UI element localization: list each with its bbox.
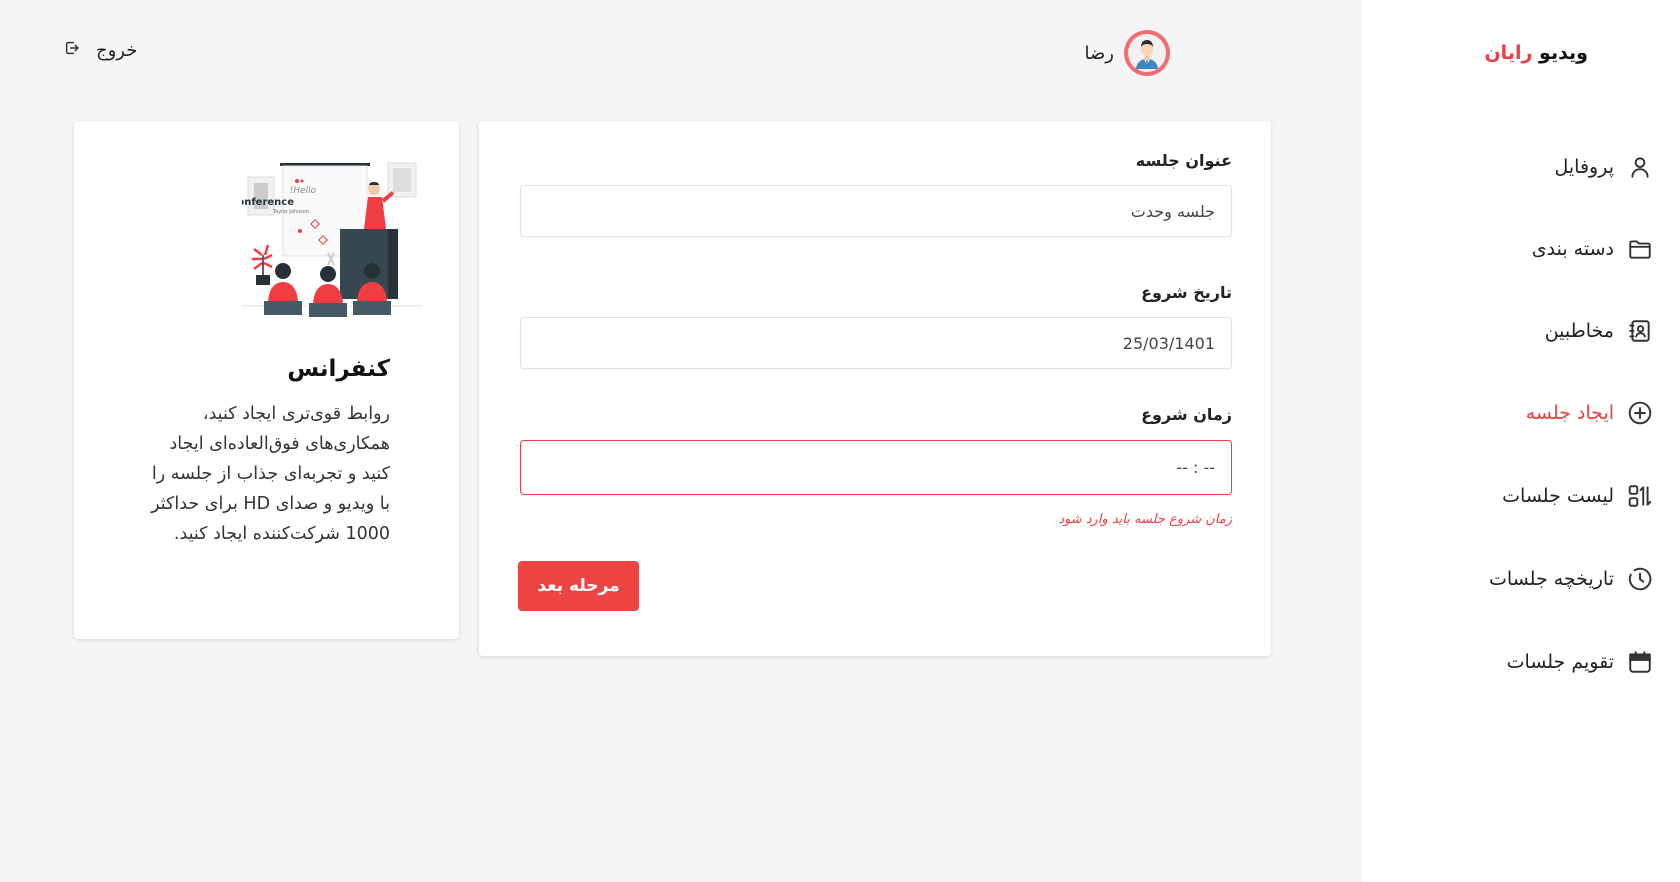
board-line-1: Hello! xyxy=(290,186,317,196)
sidebar-item-label: مخاطبین xyxy=(1544,320,1614,342)
sidebar-item-label: تقویم جلسات xyxy=(1506,651,1614,673)
info-title: کنفرانس xyxy=(287,356,390,382)
history-icon xyxy=(1626,565,1654,593)
calendar-icon xyxy=(1626,648,1654,676)
user-name: رضا xyxy=(1084,42,1114,64)
logout-button[interactable]: خروج xyxy=(64,40,137,61)
logout-icon xyxy=(64,40,80,61)
sidebar-item-categories[interactable]: دسته بندی xyxy=(1532,232,1654,266)
contacts-icon xyxy=(1626,317,1654,345)
sidebar-item-meeting-calendar[interactable]: تقویم جلسات xyxy=(1507,645,1654,679)
next-step-button[interactable]: مرحله بعد xyxy=(518,561,639,611)
board-line-3: Taylor Johnson xyxy=(272,209,309,215)
logout-label: خروج xyxy=(96,40,138,61)
meeting-title-value: جلسه وحدت xyxy=(1130,201,1215,221)
sidebar-item-profile[interactable]: پروفایل xyxy=(1555,150,1655,184)
start-time-value: -- : -- xyxy=(1176,458,1215,477)
brand-part2: رایان xyxy=(1484,42,1533,64)
sidebar-item-label: ایجاد جلسه xyxy=(1525,402,1614,424)
sidebar-item-create-meeting[interactable]: ایجاد جلسه xyxy=(1526,396,1654,430)
brand-part1: ویدیو xyxy=(1539,42,1588,64)
avatar xyxy=(1124,30,1170,76)
info-description: روابط قوی‌تری ایجاد کنید، همکاری‌های فوق… xyxy=(151,404,390,544)
board-line-2: Conference xyxy=(242,197,294,208)
sidebar-item-label: دسته بندی xyxy=(1531,238,1614,260)
sidebar: ویدیو رایان پروفایل دسته بندی مخاطبین ای… xyxy=(1362,0,1680,882)
user-profile[interactable]: رضا xyxy=(1085,30,1170,76)
brand-logo[interactable]: ویدیو رایان xyxy=(1484,42,1588,64)
conference-info-card: Hello! Conference Taylor Johnson xyxy=(74,121,459,639)
meeting-title-label: عنوان جلسه xyxy=(1135,151,1232,170)
start-time-input[interactable]: -- : -- xyxy=(520,440,1232,495)
sidebar-item-label: پروفایل xyxy=(1554,156,1615,178)
sidebar-item-contacts[interactable]: مخاطبین xyxy=(1545,314,1654,348)
conference-illustration: Hello! Conference Taylor Johnson xyxy=(230,159,422,334)
start-date-value: 25/03/1401 xyxy=(1122,333,1215,353)
start-date-label: تاریخ شروع xyxy=(1141,283,1232,302)
user-icon xyxy=(1626,153,1654,181)
start-date-input[interactable]: 25/03/1401 xyxy=(520,317,1232,369)
list-sort-icon xyxy=(1626,482,1654,510)
meeting-title-input[interactable]: جلسه وحدت xyxy=(520,185,1232,237)
start-time-error: زمان شروع جلسه باید وارد شود xyxy=(1058,512,1232,527)
sidebar-item-label: لیست جلسات xyxy=(1502,485,1614,507)
create-meeting-form: عنوان جلسه جلسه وحدت تاریخ شروع 25/03/14… xyxy=(479,121,1271,656)
sidebar-item-meeting-list[interactable]: لیست جلسات xyxy=(1502,479,1654,513)
sidebar-item-meeting-history[interactable]: تاریخچه جلسات xyxy=(1489,562,1654,596)
folder-icon xyxy=(1626,235,1654,263)
sidebar-item-label: تاریخچه جلسات xyxy=(1489,568,1614,590)
start-time-label: زمان شروع xyxy=(1141,405,1232,424)
plus-circle-icon xyxy=(1626,399,1654,427)
